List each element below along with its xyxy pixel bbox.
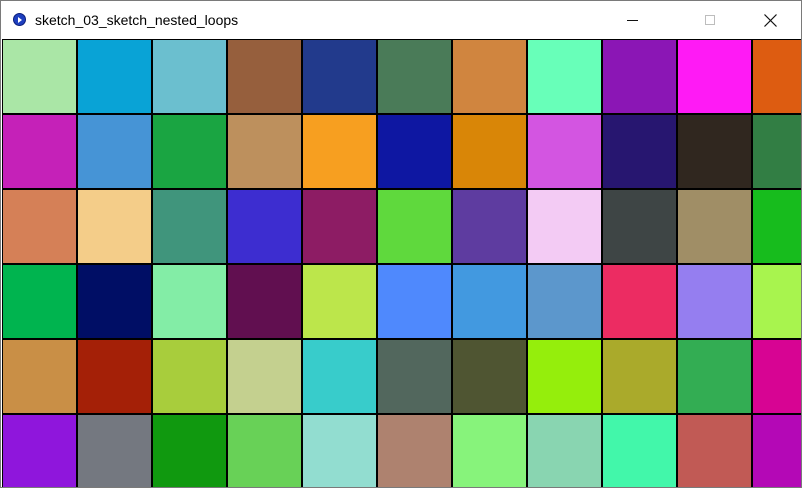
grid-cell [77,414,152,487]
grid-cell [377,39,452,114]
grid-cell [452,39,527,114]
grid-cell [302,189,377,264]
grid-cell [302,39,377,114]
grid-cell [752,414,801,487]
window-title: sketch_03_sketch_nested_loops [35,12,239,28]
grid-cell [152,414,227,487]
grid-cell [2,264,77,339]
grid-cell [677,39,752,114]
grid-cell [227,189,302,264]
grid-cell [152,39,227,114]
grid-cell [2,414,77,487]
grid-cell [452,264,527,339]
grid-cell [152,114,227,189]
grid-cell [677,339,752,414]
grid-cell [227,114,302,189]
grid-cell [452,189,527,264]
grid-cell [377,264,452,339]
grid-cell [77,39,152,114]
grid-cell [602,414,677,487]
grid-cell [452,414,527,487]
grid-cell [752,114,801,189]
grid-cell [602,339,677,414]
grid-cell [602,264,677,339]
grid-cell [302,414,377,487]
grid-cell [452,114,527,189]
grid-cell [602,189,677,264]
grid-cell [527,114,602,189]
grid-cell [377,114,452,189]
grid-cell [302,339,377,414]
grid-cell [227,39,302,114]
grid-cell [2,189,77,264]
close-button[interactable] [747,1,793,39]
grid-cell [377,189,452,264]
grid-cell [677,114,752,189]
grid-cell [152,264,227,339]
grid-cell [2,114,77,189]
grid-cell [2,39,77,114]
grid-cell [227,414,302,487]
grid-cell [227,264,302,339]
grid-cell [77,264,152,339]
grid-cell [752,189,801,264]
grid-cell [527,39,602,114]
grid-cell [152,339,227,414]
processing-icon [13,13,26,26]
grid-cell [527,264,602,339]
grid-cell [602,114,677,189]
grid-cell [527,414,602,487]
grid-cell [302,114,377,189]
grid-cell [2,339,77,414]
grid-cell [527,189,602,264]
grid-cell [377,414,452,487]
grid-cell [677,264,752,339]
grid-cell [77,189,152,264]
grid-cell [452,339,527,414]
grid-cell [752,39,801,114]
title-bar[interactable]: sketch_03_sketch_nested_loops [1,1,801,39]
minimize-button[interactable] [609,1,655,39]
grid-cell [677,414,752,487]
maximize-icon [705,15,715,25]
grid-cell [152,189,227,264]
grid-cell [377,339,452,414]
sketch-canvas[interactable] [2,39,801,487]
grid-cell [752,339,801,414]
grid-cell [77,114,152,189]
minimize-icon [626,19,638,21]
close-icon [763,13,777,27]
grid-cell [677,189,752,264]
grid-cell [527,339,602,414]
grid-cell [752,264,801,339]
app-window: sketch_03_sketch_nested_loops [0,0,802,488]
grid-cell [302,264,377,339]
maximize-button[interactable] [687,1,733,39]
grid-cell [77,339,152,414]
grid-cell [227,339,302,414]
grid-cell [602,39,677,114]
